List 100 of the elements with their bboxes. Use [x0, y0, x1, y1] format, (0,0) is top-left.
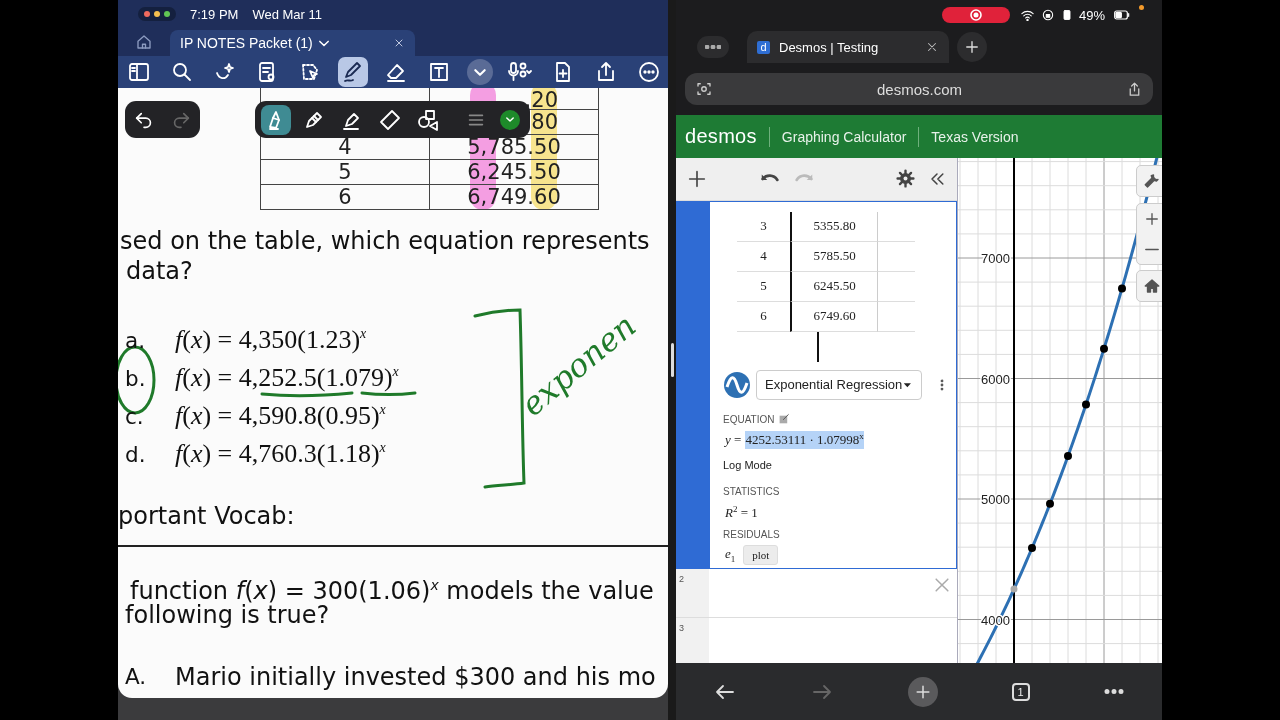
table-cell: 5: [737, 271, 790, 302]
minus-icon: [1145, 247, 1159, 251]
desmos-logo[interactable]: desmos: [685, 125, 757, 148]
empty-table-cell: [877, 211, 915, 242]
plus-icon: [963, 38, 981, 56]
site-favicon: d: [757, 40, 770, 54]
sidebar-icon: [127, 60, 151, 84]
expression-number: 2: [676, 569, 709, 618]
table-cell: 3: [737, 211, 790, 242]
header-link[interactable]: Graphing Calculator: [781, 128, 907, 145]
data-point: [1100, 344, 1109, 353]
tab-count-button[interactable]: 1: [1011, 682, 1030, 701]
lock-rotation-icon: [1040, 8, 1055, 22]
browser-tab[interactable]: d Desmos | Testing: [747, 31, 949, 63]
residual-variable: e$_{1}$: [725, 546, 736, 564]
home-icon: [135, 33, 153, 51]
choice-label: d.: [124, 441, 147, 467]
camera-search-icon: [695, 80, 713, 98]
status-time: 7:19 PM: [190, 6, 239, 22]
more-icon: [636, 60, 661, 84]
window-controls-icon[interactable]: [138, 7, 176, 21]
table-cell-text: 5: [337, 160, 353, 184]
section-label: RESIDUALS: [723, 529, 780, 541]
table-cell: 4: [737, 241, 790, 272]
equation-text: 4252.53111 · 1.07998$^{x}$: [745, 431, 864, 449]
axis-label: 6000: [981, 371, 1011, 387]
axis-label: 5000: [981, 492, 1011, 507]
table-cell: 6245.50: [790, 271, 877, 302]
regression-icon: [723, 370, 751, 399]
table-cell: 5785.50: [790, 241, 877, 272]
choice-equation: f(x) = 4,590.8(0.95)$^{x}$: [175, 401, 386, 431]
ink-underline: [360, 391, 417, 396]
plot-button[interactable]: plot: [743, 544, 779, 565]
choice-equation: f(x) = 4,350(1.23)$^{x}$: [175, 325, 367, 355]
option-text: Mario initially invested $300 and his mo: [175, 662, 656, 692]
question-text: data?: [126, 256, 194, 286]
chevron-icon: [318, 39, 329, 47]
plus-icon: [1143, 210, 1161, 228]
home-icon: [1143, 277, 1161, 295]
choice-equation: f(x) = 4,252.5(1.079)$^{x}$: [175, 363, 399, 393]
table-cell-text: 4: [337, 135, 353, 159]
empty-table-cell: [877, 301, 915, 332]
question-text: sed on the table, which equation represents: [120, 226, 651, 256]
menu-button[interactable]: [1103, 689, 1126, 694]
close-tab-button[interactable]: [393, 37, 405, 49]
header-link[interactable]: Texas Version: [931, 128, 1019, 145]
wrench-icon: [1143, 172, 1161, 190]
settings-icon: [896, 169, 916, 189]
expression-number: 3: [676, 618, 709, 663]
empty-table-cell: [877, 241, 915, 272]
close-icon: [393, 37, 405, 49]
pen-tool-button[interactable]: [338, 57, 369, 87]
axis-label: 7000: [981, 251, 1011, 266]
data-point: [1064, 452, 1073, 460]
chevron-tool-button[interactable]: [466, 59, 493, 85]
chevron-icon: [473, 68, 486, 76]
chevron-icon: [506, 117, 514, 122]
table-cell: 5355.80: [790, 211, 877, 242]
new-tab-button[interactable]: [957, 32, 987, 62]
shapes-icon: [416, 107, 440, 132]
tab-overview-button[interactable]: [697, 36, 729, 58]
data-point: [1010, 585, 1018, 593]
data-point: [1082, 400, 1091, 409]
recording-icon: [941, 7, 1010, 23]
choice-equation: f(x) = 4,760.3(1.18)$^{x}$: [175, 439, 386, 469]
table-cell: 6: [737, 301, 790, 332]
section-label: EQUATION: [723, 414, 775, 426]
choice-label: b.: [124, 365, 147, 391]
data-point: [1028, 544, 1037, 553]
ruler-icon: [378, 107, 402, 132]
option-label: A.: [124, 663, 148, 691]
choice-label: a.: [124, 327, 146, 353]
table-cell: 6,749.60: [429, 185, 598, 209]
pen-color-button[interactable]: [500, 109, 520, 130]
data-point: [1046, 499, 1055, 508]
empty-table-cell: [877, 271, 915, 302]
address-bar[interactable]: desmos.com: [685, 73, 1153, 105]
marker-tool-button[interactable]: [261, 104, 291, 135]
status-date: Wed Mar 11: [252, 6, 323, 22]
statistic-value: R$^{2}$ = 1: [725, 503, 759, 520]
section-label: STATISTICS: [723, 486, 780, 498]
more-icon: [1103, 689, 1126, 694]
log-mode-toggle[interactable]: Log Mode: [723, 458, 957, 473]
close-icon: [925, 40, 939, 54]
close-tab-button[interactable]: [925, 40, 939, 54]
document-tab[interactable]: IP NOTES Packet (1): [170, 30, 415, 56]
data-point: [1118, 284, 1127, 293]
indicator-dot-icon: [1139, 5, 1144, 10]
equation-text: y =: [725, 431, 742, 448]
section-heading: portant Vocab:: [118, 501, 296, 531]
settings-button[interactable]: [896, 169, 916, 189]
new-tab-button[interactable]: [908, 676, 938, 707]
table-cell-text: 6: [337, 185, 353, 209]
lens-button[interactable]: [695, 80, 713, 98]
table-cell: 6749.60: [790, 301, 877, 332]
regression-type-dropdown[interactable]: Exponential Regression: [756, 369, 922, 400]
table-cell: 6,245.50: [429, 160, 598, 184]
split-handle[interactable]: [670, 343, 674, 377]
more-icon: [705, 45, 721, 49]
battery-percentage: 49%: [1078, 7, 1105, 23]
